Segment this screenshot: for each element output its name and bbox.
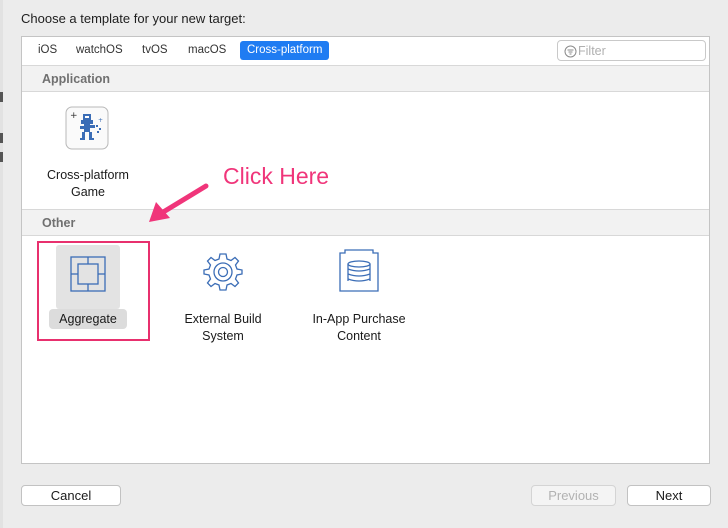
arrow-icon	[149, 183, 209, 222]
previous-button[interactable]: Previous	[531, 485, 616, 506]
tab-cross-platform[interactable]: Cross-platform	[240, 41, 330, 60]
template-cross-platform-game[interactable]: + + Cross-platform Game	[39, 103, 137, 203]
tab-macos[interactable]: macOS	[181, 41, 233, 60]
template-label: Cross-platform	[47, 168, 129, 182]
game-sprite-icon: + +	[56, 103, 120, 167]
template-label: Game	[70, 185, 106, 199]
gear-icon	[191, 245, 255, 309]
svg-text:+: +	[70, 111, 78, 121]
filter-icon	[564, 45, 577, 58]
filter-field[interactable]	[557, 40, 706, 61]
dialog-title: Choose a template for your new target:	[21, 11, 246, 26]
svg-text:+: +	[98, 117, 103, 124]
platform-tab-bar: iOS watchOS tvOS macOS Cross-platform	[22, 37, 709, 65]
click-here-annotation: Click Here	[223, 163, 330, 189]
template-external-build-system[interactable]: External Build System	[173, 245, 273, 345]
tab-ios[interactable]: iOS	[31, 41, 64, 60]
tab-tvos[interactable]: tvOS	[135, 41, 175, 60]
template-label: In-App Purchase	[312, 312, 406, 326]
background-window-mark	[0, 92, 3, 102]
tab-watchos[interactable]: watchOS	[69, 41, 130, 60]
next-button[interactable]: Next	[627, 485, 711, 506]
background-window-edge	[0, 0, 3, 528]
section-header-other: Other	[22, 209, 709, 236]
section-title: Application	[42, 72, 111, 86]
in-app-purchase-icon	[327, 245, 391, 309]
cancel-button[interactable]: Cancel	[21, 485, 121, 506]
background-window-mark	[0, 152, 3, 162]
section-header-application: Application	[22, 65, 709, 92]
template-label: External Build	[184, 312, 262, 326]
template-in-app-purchase-content[interactable]: In-App Purchase Content	[305, 245, 413, 345]
template-label: Content	[337, 329, 381, 343]
background-window-mark	[0, 133, 3, 143]
filter-input[interactable]	[578, 42, 698, 59]
template-label: System	[202, 329, 244, 343]
annotation-highlight-box	[37, 241, 150, 341]
section-title: Other	[42, 216, 76, 230]
